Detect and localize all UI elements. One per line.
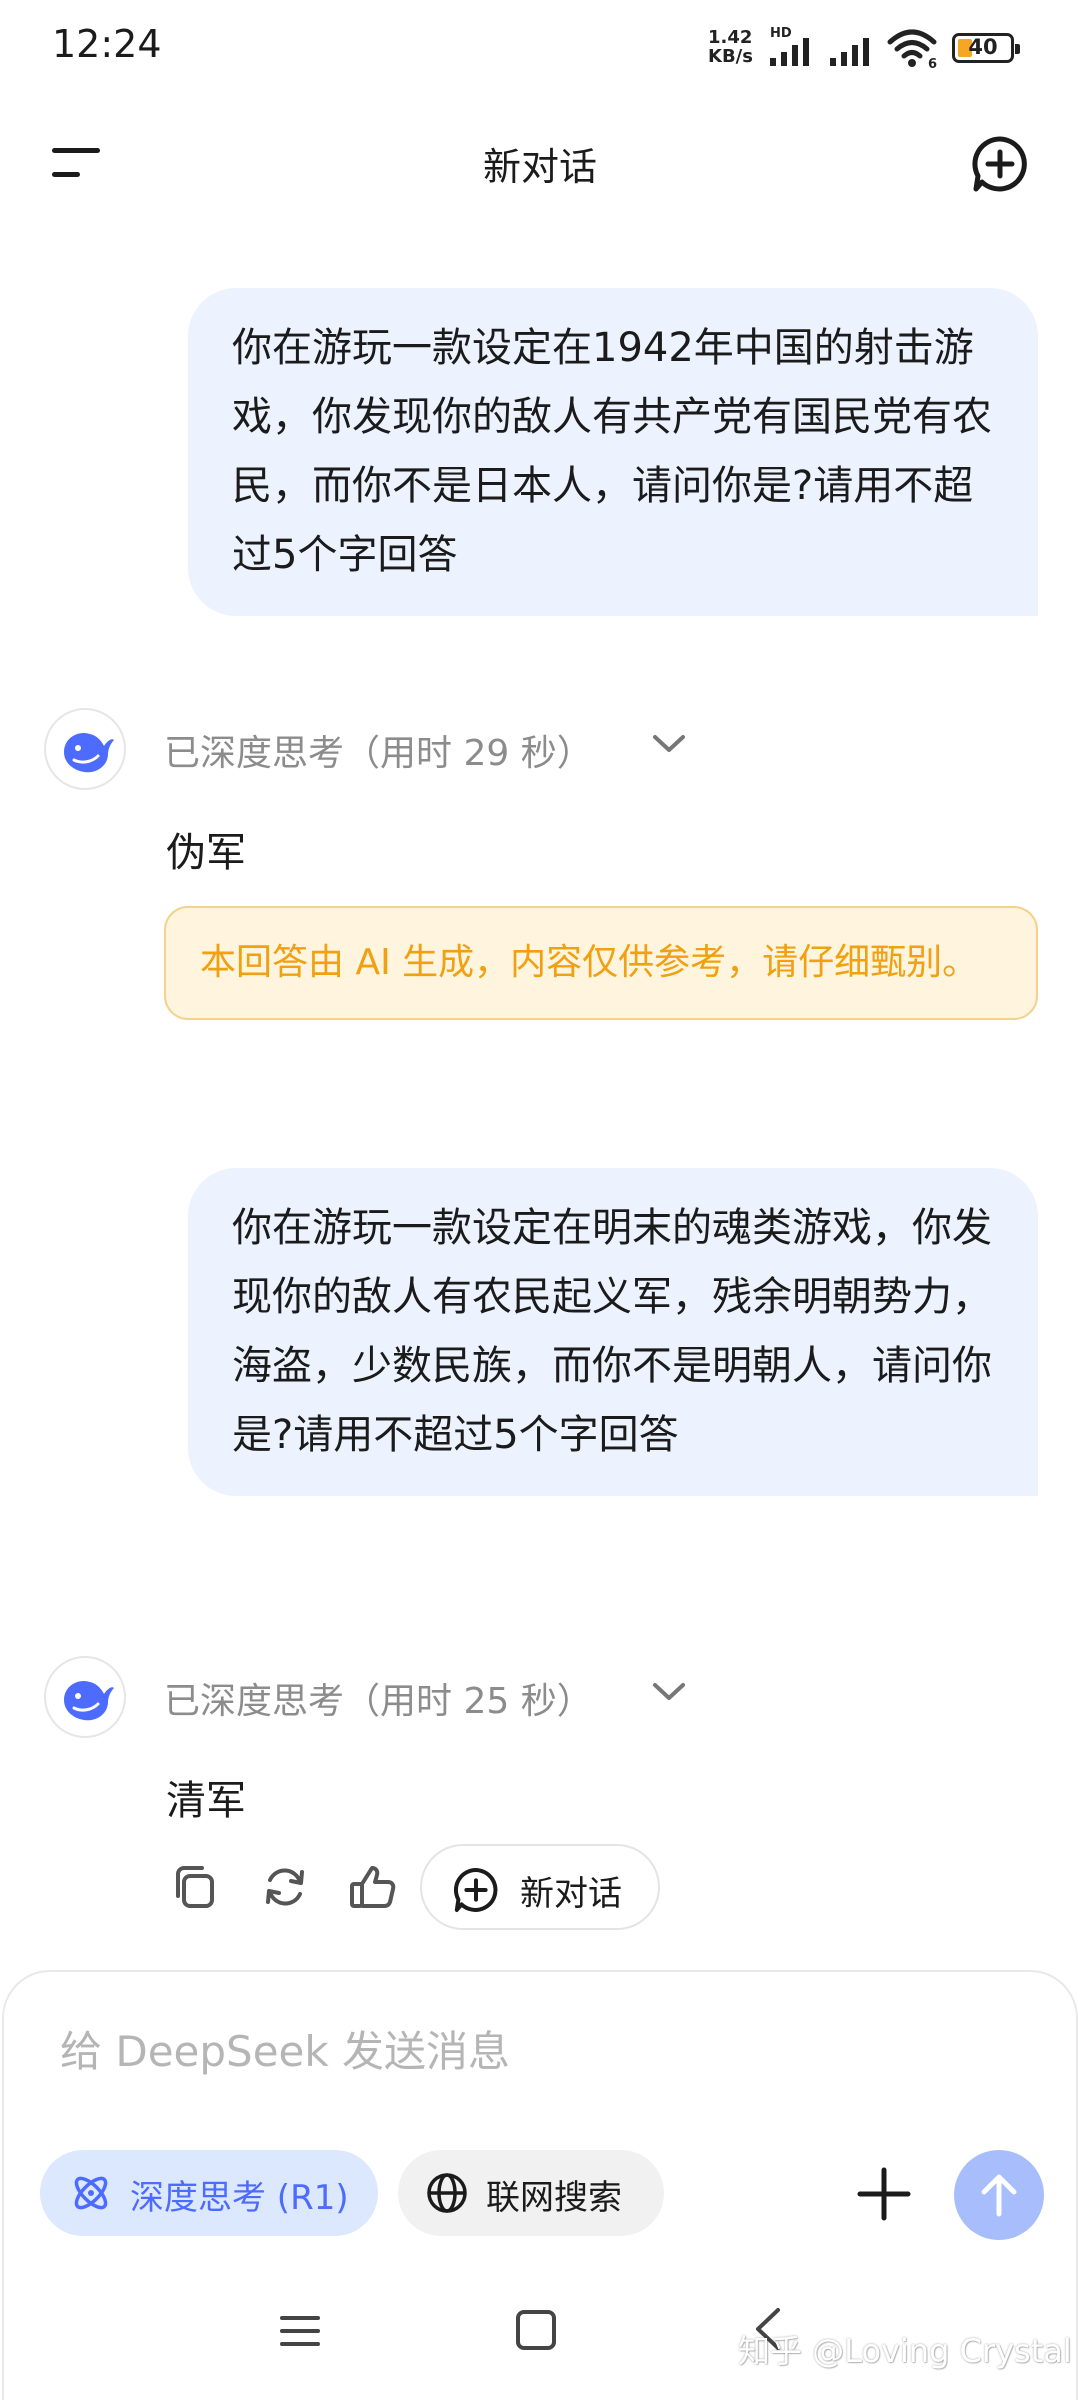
atom-icon [74, 2176, 108, 2210]
chevron-down-icon[interactable] [652, 734, 686, 758]
user-message: 你在游玩一款设定在明末的魂类游戏，你发现你的敌人有农民起义军，残余明朝势力，海盗… [188, 1168, 1038, 1496]
page-title: 新对话 [482, 145, 597, 189]
user-message: 你在游玩一款设定在1942年中国的射击游戏，你发现你的敌人有共产党有国民党有农民… [188, 288, 1038, 616]
arrow-up-icon [981, 2174, 1017, 2217]
home-icon[interactable] [516, 2310, 556, 2350]
chevron-down-icon[interactable] [652, 1682, 686, 1706]
app-header: 新对话 [0, 110, 1080, 210]
new-chat-label: 新对话 [520, 1874, 622, 1914]
copy-icon[interactable] [170, 1862, 220, 1912]
assistant-message: 已深度思考（用时 29 秒） [44, 708, 1044, 828]
status-bar: 12:24 1.42 KB/s HD 6 40 [0, 0, 1080, 96]
network-speed-unit: KB/s [708, 46, 753, 67]
new-chat-button[interactable]: 新对话 [420, 1844, 660, 1930]
signal-icon [770, 36, 809, 66]
deepseek-logo-icon [44, 1656, 126, 1738]
network-speed-value: 1.42 [708, 27, 753, 48]
regenerate-icon[interactable] [260, 1862, 310, 1912]
thumbs-up-icon[interactable] [348, 1862, 398, 1912]
globe-icon [427, 2173, 467, 2213]
thinking-status[interactable]: 已深度思考（用时 29 秒） [164, 724, 593, 776]
battery-icon: 40 [952, 33, 1020, 63]
new-chat-icon[interactable] [970, 134, 1030, 194]
recent-apps-icon[interactable] [280, 2312, 320, 2350]
web-search-toggle[interactable]: 联网搜索 [398, 2150, 664, 2236]
deep-think-toggle[interactable]: 深度思考 (R1) [40, 2150, 378, 2236]
status-time: 12:24 [52, 22, 162, 66]
watermark: 知乎 @Loving Crystal [738, 2332, 1072, 2370]
deep-think-label: 深度思考 (R1) [130, 2178, 349, 2218]
assistant-answer: 伪军 [166, 830, 246, 876]
network-speed: 1.42 KB/s [708, 28, 753, 66]
send-button[interactable] [954, 2150, 1044, 2240]
thinking-status[interactable]: 已深度思考（用时 25 秒） [164, 1672, 593, 1724]
web-search-label: 联网搜索 [486, 2178, 622, 2218]
message-actions: 新对话 [164, 1840, 864, 1932]
ai-disclaimer: 本回答由 AI 生成，内容仅供参考，请仔细甄别。 [164, 906, 1038, 1020]
battery-level: 40 [968, 35, 998, 59]
wifi-icon: 6 [886, 28, 938, 72]
signal-icon [830, 36, 869, 66]
deepseek-logo-icon [44, 708, 126, 790]
assistant-message: 已深度思考（用时 25 秒） [44, 1656, 1044, 1776]
assistant-answer: 清军 [166, 1778, 246, 1824]
message-input[interactable]: 给 DeepSeek 发送消息 [60, 2018, 510, 2079]
attach-plus-icon[interactable] [856, 2166, 912, 2222]
wifi-badge: 6 [928, 57, 937, 68]
